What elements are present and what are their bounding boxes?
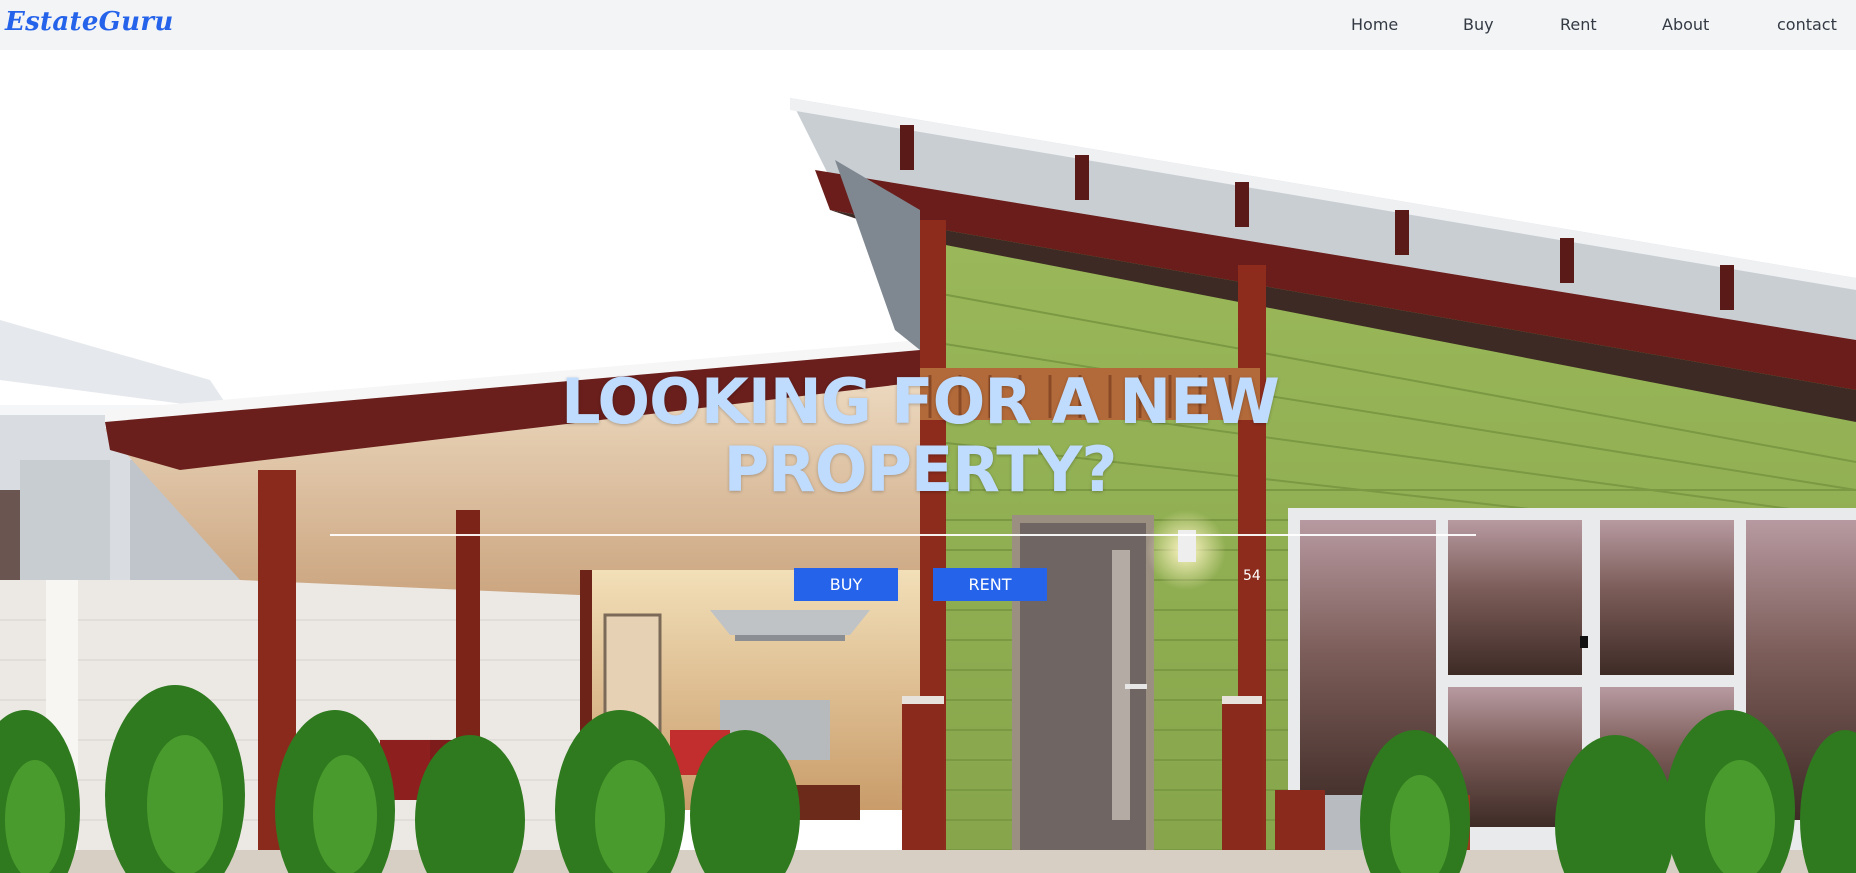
hero-heading: LOOKING FOR A NEW PROPERTY? bbox=[520, 368, 1320, 504]
house-number: 54 bbox=[1243, 568, 1261, 584]
nav-link-contact[interactable]: contact bbox=[1777, 15, 1837, 34]
brand-logo[interactable]: EstateGuru bbox=[5, 7, 174, 37]
hero-heading-line1: LOOKING FOR A NEW bbox=[561, 365, 1280, 438]
hero-heading-line2: PROPERTY? bbox=[723, 433, 1118, 506]
nav-link-rent[interactable]: Rent bbox=[1560, 15, 1597, 34]
buy-button[interactable]: BUY bbox=[794, 568, 898, 601]
nav-link-buy[interactable]: Buy bbox=[1463, 15, 1494, 34]
hero-divider bbox=[330, 534, 1476, 536]
navbar: EstateGuru Home Buy Rent About contact bbox=[0, 0, 1856, 50]
nav-link-about[interactable]: About bbox=[1662, 15, 1709, 34]
hero-section: 54 LOOKING FOR A NEW PROPERTY? BUY RENT bbox=[0, 50, 1856, 873]
nav-link-home[interactable]: Home bbox=[1351, 15, 1398, 34]
rent-button[interactable]: RENT bbox=[933, 568, 1047, 601]
